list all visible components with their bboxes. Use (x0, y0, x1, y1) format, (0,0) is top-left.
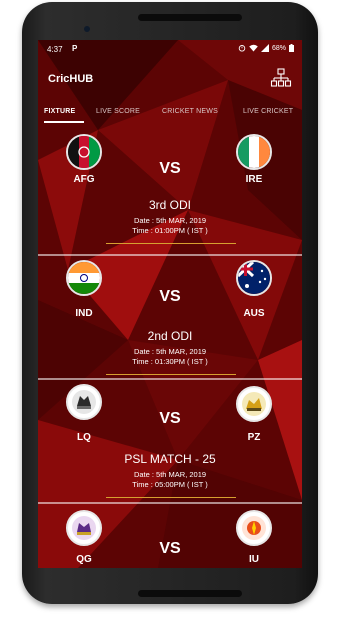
team2-code: IRE (245, 174, 263, 185)
match-time: Time : 01:30PM ( IST ) (132, 357, 208, 366)
match-time: Time : 05:00PM ( IST ) (132, 480, 208, 489)
tab-cricket-news[interactable]: CRICKET NEWS (162, 108, 218, 115)
pz-logo-icon (236, 386, 272, 422)
team2-code: AUS (243, 308, 265, 319)
match-card[interactable]: LQ VS PZ PSL MATCH - 25 Date : 5th MAR, … (38, 380, 302, 504)
ire-flag-icon (236, 134, 272, 170)
match-date: Date : 5th MAR, 2019 (133, 216, 207, 225)
app-screen: 4:37 P 68% CricHUB FIXTURE LIVE SCORE CR… (38, 40, 302, 568)
match-date: Date : 5th MAR, 2019 (133, 470, 207, 479)
alarm-icon (238, 45, 246, 52)
vs-label: VS (159, 540, 181, 557)
match-divider (106, 374, 236, 375)
vs-label: VS (159, 410, 181, 427)
signal-icon (260, 44, 269, 52)
app-title: CricHUB (48, 73, 94, 85)
tab-active-indicator (44, 121, 84, 123)
match-card[interactable]: AFG VS IRE 3rd ODI Date : 5th MAR, 2019 … (38, 128, 302, 252)
app-bar: CricHUB (38, 58, 302, 102)
wifi-icon (249, 44, 258, 52)
front-camera (84, 26, 90, 32)
team2-code: PZ (247, 432, 261, 443)
earpiece-speaker (138, 14, 242, 21)
team1-code: AFG (73, 174, 95, 185)
team1-code: IND (75, 308, 93, 319)
tab-live-cricket[interactable]: LIVE CRICKET (243, 108, 293, 115)
match-title: 2nd ODI (147, 329, 193, 343)
iu-logo-icon (236, 510, 272, 546)
match-title: PSL MATCH - 25 (124, 452, 216, 466)
match-date: Date : 5th MAR, 2019 (133, 347, 207, 356)
tab-fixture[interactable]: FIXTURE (44, 108, 75, 115)
match-card[interactable]: QG VS IU (38, 504, 302, 568)
status-bar: 4:37 P 68% (38, 40, 302, 58)
match-divider (106, 497, 236, 498)
hierarchy-icon[interactable] (270, 67, 292, 89)
vs-label: VS (159, 288, 181, 305)
ind-flag-icon (66, 260, 102, 296)
match-card[interactable]: IND VS AUS 2nd ODI Date : 5th MAR, 2019 … (38, 256, 302, 380)
tab-live-score[interactable]: LIVE SCORE (96, 108, 140, 115)
battery-icon (289, 44, 294, 52)
status-time: 4:37 (47, 45, 63, 54)
team1-code: LQ (77, 432, 91, 443)
match-time: Time : 01:00PM ( IST ) (132, 226, 208, 235)
lq-logo-icon (66, 384, 102, 420)
team1-code: QG (76, 554, 92, 565)
battery-percent: 68% (271, 44, 286, 52)
vs-label: VS (159, 160, 181, 177)
afg-flag-icon (66, 134, 102, 170)
status-icons: 68% (238, 44, 294, 52)
qg-logo-icon (66, 510, 102, 546)
team2-code: IU (249, 554, 259, 565)
match-title: 3rd ODI (148, 198, 191, 212)
tab-bar: FIXTURE LIVE SCORE CRICKET NEWS LIVE CRI… (38, 102, 302, 124)
match-divider (106, 243, 236, 244)
bottom-speaker (138, 590, 242, 597)
notification-p-icon: P (72, 44, 78, 53)
aus-flag-icon (236, 260, 272, 296)
